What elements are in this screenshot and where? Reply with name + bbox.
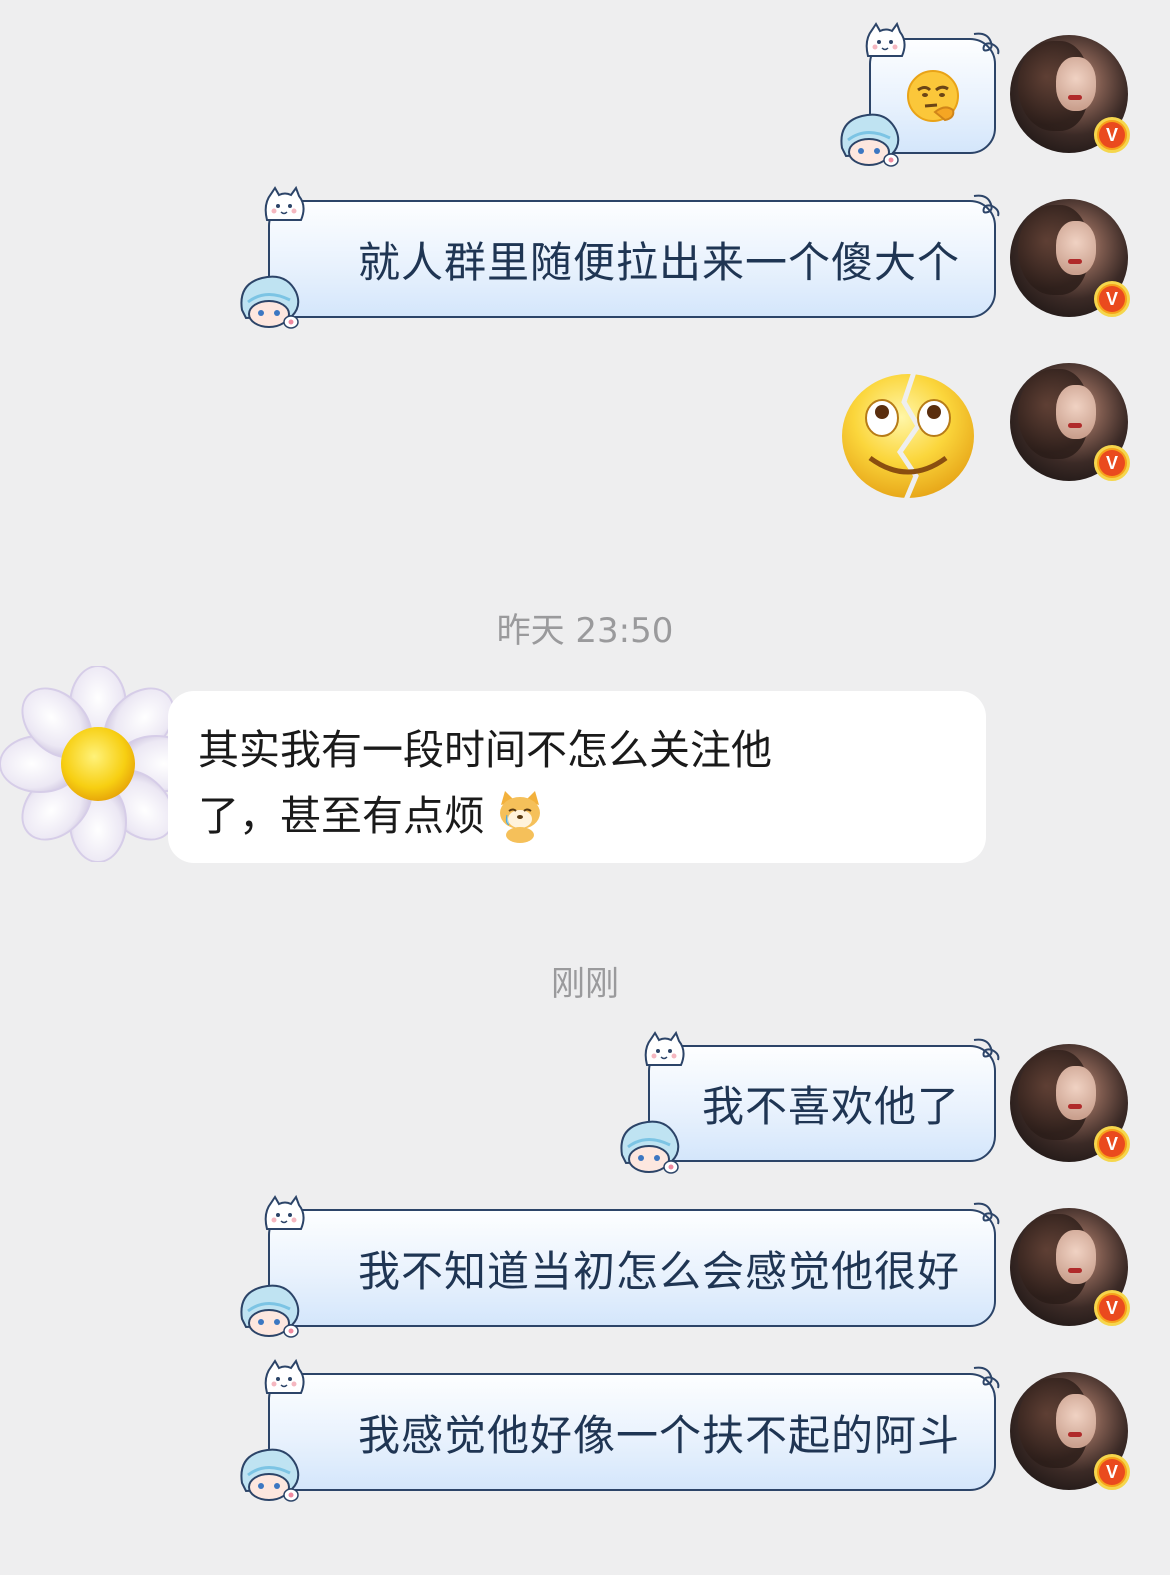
- timestamp: 昨天 23:50: [496, 611, 674, 651]
- cat-sticker-icon: [261, 1359, 307, 1399]
- anime-girl-sticker-icon: [236, 1281, 302, 1339]
- avatar[interactable]: V: [1010, 1372, 1130, 1490]
- vip-badge-icon: V: [1094, 281, 1130, 317]
- avatar[interactable]: V: [1010, 1044, 1130, 1162]
- avatar[interactable]: V: [1010, 363, 1130, 481]
- daisy-avatar[interactable]: [0, 666, 196, 862]
- message-line-with-emoji: 了，甚至有点烦: [198, 783, 956, 849]
- avatar[interactable]: V: [1010, 35, 1130, 153]
- outgoing-message-bubble[interactable]: 就人群里随便拉出来一个傻大个: [268, 200, 996, 318]
- anime-girl-sticker-icon: [236, 1445, 302, 1503]
- thinking-face-icon: [906, 70, 959, 122]
- message-text: 我不喜欢他了: [701, 1082, 960, 1131]
- swirl-decoration-icon: [972, 192, 1002, 218]
- message-line: 其实我有一段时间不怎么关注他: [198, 726, 772, 774]
- incoming-message-bubble[interactable]: 其实我有一段时间不怎么关注他 了，甚至有点烦: [168, 691, 986, 863]
- message-text: 就人群里随便拉出来一个傻大个: [357, 237, 960, 287]
- swirl-decoration-icon: [972, 1364, 1002, 1390]
- message-text: 我感觉他好像一个扶不起的阿斗: [357, 1410, 960, 1460]
- crying-dog-emoji-icon: [500, 791, 540, 843]
- cat-sticker-icon: [641, 1031, 687, 1071]
- swirl-decoration-icon: [972, 1200, 1002, 1226]
- vip-badge-icon: V: [1094, 1454, 1130, 1490]
- cat-sticker-icon: [261, 186, 307, 226]
- message-text: 我不知道当初怎么会感觉他很好: [357, 1246, 960, 1296]
- vip-badge-icon: V: [1094, 1126, 1130, 1162]
- outgoing-message-bubble[interactable]: 我感觉他好像一个扶不起的阿斗: [268, 1373, 996, 1491]
- cat-sticker-icon: [261, 1195, 307, 1235]
- anime-girl-sticker-icon: [236, 272, 302, 330]
- swirl-decoration-icon: [972, 30, 1002, 56]
- vip-badge-icon: V: [1094, 117, 1130, 153]
- anime-girl-sticker-icon: [836, 110, 902, 168]
- broken-face-emoji-icon[interactable]: [838, 368, 978, 500]
- anime-girl-sticker-icon: [616, 1117, 682, 1175]
- avatar[interactable]: V: [1010, 199, 1130, 317]
- timestamp: 刚刚: [551, 964, 619, 1004]
- cat-sticker-icon: [862, 22, 908, 62]
- swirl-decoration-icon: [972, 1036, 1002, 1062]
- outgoing-message-bubble[interactable]: 我不喜欢他了: [648, 1045, 996, 1162]
- outgoing-message-bubble[interactable]: 我不知道当初怎么会感觉他很好: [268, 1209, 996, 1327]
- vip-badge-icon: V: [1094, 1290, 1130, 1326]
- avatar[interactable]: V: [1010, 1208, 1130, 1326]
- vip-badge-icon: V: [1094, 445, 1130, 481]
